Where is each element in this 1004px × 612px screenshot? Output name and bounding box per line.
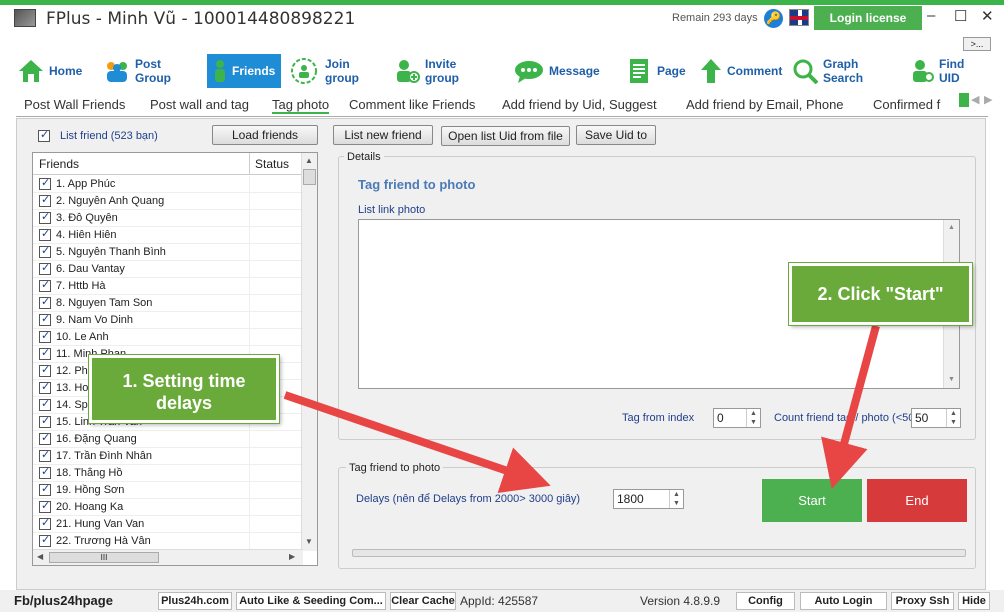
plus24h-button[interactable]: Plus24h.com xyxy=(158,592,232,610)
hide-button[interactable]: Hide xyxy=(958,592,990,610)
auto-like-button[interactable]: Auto Like & Seeding Com... xyxy=(236,592,386,610)
callout-click-start: 2. Click "Start" xyxy=(788,262,973,326)
callout-setting-delays: 1. Setting time delays xyxy=(88,354,280,424)
config-button[interactable]: Config xyxy=(736,592,795,610)
arrow-to-delays xyxy=(283,391,551,493)
clear-cache-button[interactable]: Clear Cache xyxy=(390,592,456,610)
appid-label: AppId: 425587 xyxy=(460,594,539,608)
version-label: Version 4.8.9.9 xyxy=(640,594,721,608)
proxy-ssh-button[interactable]: Proxy Ssh xyxy=(891,592,954,610)
page-link[interactable]: Fb/plus24hpage xyxy=(14,592,113,610)
auto-login-button[interactable]: Auto Login xyxy=(800,592,887,610)
arrow-to-start xyxy=(821,324,880,490)
